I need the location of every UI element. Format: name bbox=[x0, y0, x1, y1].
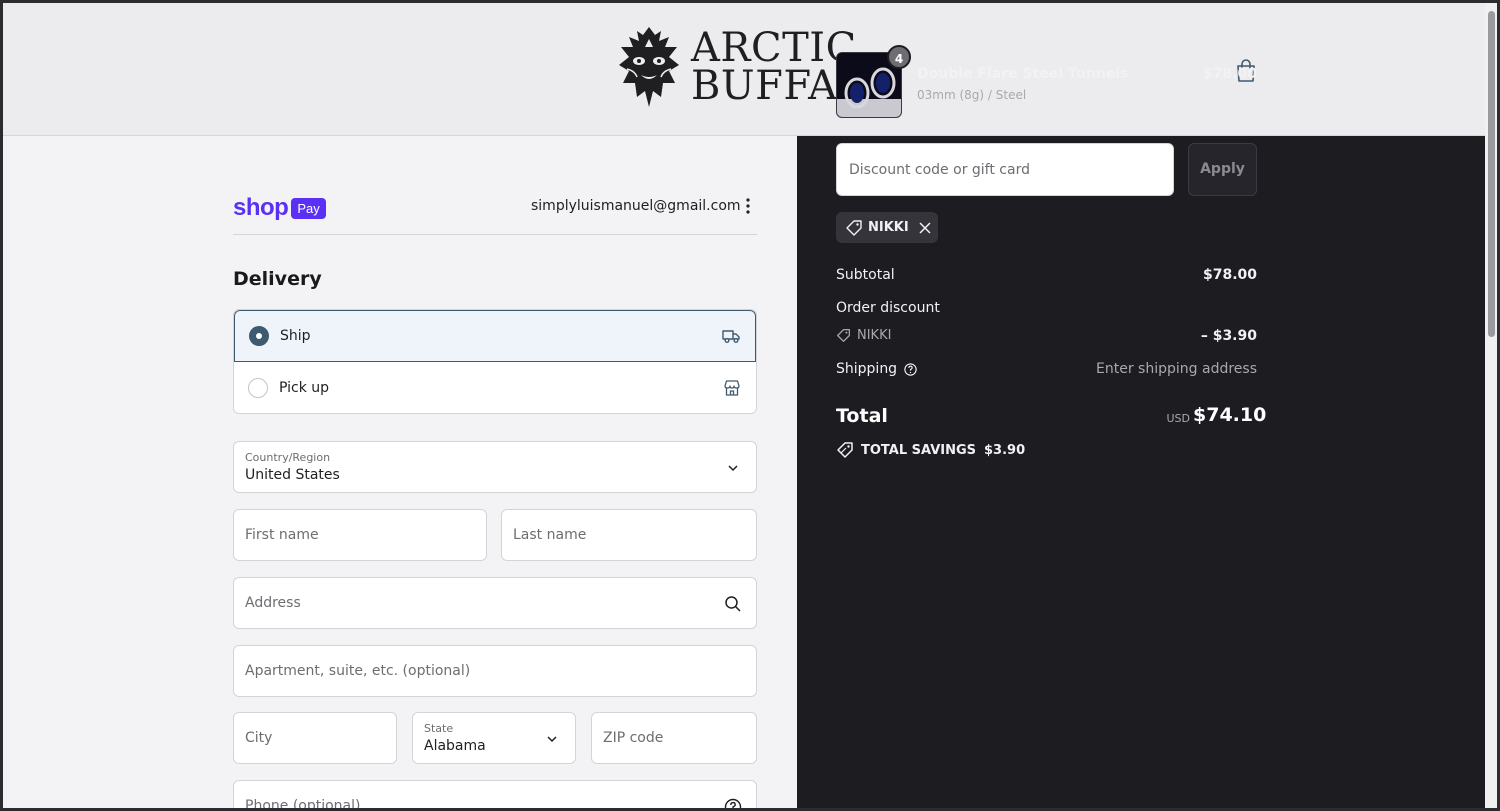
last-name-field[interactable]: Last name bbox=[501, 509, 757, 561]
subtotal-value: $78.00 bbox=[1202, 267, 1257, 283]
total-currency: USD bbox=[1166, 412, 1190, 425]
total-savings-row: TOTAL SAVINGS $3.90 bbox=[836, 441, 1025, 459]
discount-value: – $3.90 bbox=[1200, 328, 1257, 344]
apartment-placeholder: Apartment, suite, etc. (optional) bbox=[245, 663, 471, 679]
subtotal-label: Subtotal bbox=[836, 267, 895, 283]
total-label: Total bbox=[836, 405, 888, 427]
country-label: Country/Region bbox=[245, 451, 331, 464]
store-icon bbox=[724, 380, 740, 396]
discount-code-row: NIKKI bbox=[836, 328, 891, 343]
phone-field[interactable]: Phone (optional) bbox=[233, 780, 757, 811]
address-field[interactable]: Address bbox=[233, 577, 757, 629]
apply-discount-button[interactable]: Apply bbox=[1188, 143, 1257, 196]
shipping-row: Shipping bbox=[836, 361, 918, 377]
quantity-badge: 4 bbox=[887, 45, 911, 69]
tag-icon bbox=[846, 219, 862, 236]
more-options-icon[interactable] bbox=[741, 196, 755, 216]
page-scrollbar[interactable] bbox=[1485, 3, 1497, 808]
discount-code-input[interactable]: Discount code or gift card bbox=[836, 143, 1174, 196]
applied-discount-chip: NIKKI bbox=[836, 212, 938, 243]
zip-field[interactable]: ZIP code bbox=[591, 712, 757, 764]
buffalo-mask-icon bbox=[619, 27, 679, 107]
shop-pay-shop-text: shop bbox=[233, 194, 289, 221]
last-name-placeholder: Last name bbox=[513, 527, 587, 543]
help-circle-icon[interactable] bbox=[903, 362, 918, 377]
shipping-label: Shipping bbox=[836, 361, 898, 377]
applied-discount-code: NIKKI bbox=[868, 220, 909, 235]
city-field[interactable]: City bbox=[233, 712, 397, 764]
checkout-page: ARCTIC BUFFALO shop Pay simplyluismanuel… bbox=[0, 0, 1500, 811]
apartment-field[interactable]: Apartment, suite, etc. (optional) bbox=[233, 645, 757, 697]
savings-tag-icon bbox=[837, 442, 853, 458]
shop-pay-pay-badge: Pay bbox=[291, 197, 326, 219]
pickup-radio[interactable] bbox=[248, 378, 268, 398]
city-placeholder: City bbox=[245, 730, 273, 746]
delivery-option-pickup[interactable]: Pick up bbox=[234, 362, 756, 413]
product-variant: 03mm (8g) / Steel bbox=[917, 88, 1027, 102]
help-circle-icon[interactable] bbox=[723, 797, 743, 811]
discount-code-name: NIKKI bbox=[857, 328, 892, 343]
delivery-heading: Delivery bbox=[233, 268, 322, 290]
country-value: United States bbox=[245, 467, 340, 483]
tag-icon bbox=[837, 329, 850, 342]
total-savings-label: TOTAL SAVINGS bbox=[861, 442, 977, 458]
delivery-method-group: Ship Pick up bbox=[233, 309, 757, 414]
total-savings-value: $3.90 bbox=[984, 442, 1026, 458]
account-email: simplyluismanuel@gmail.com bbox=[531, 198, 741, 214]
account-divider bbox=[233, 234, 757, 235]
product-name: Double Flare Steel Tunnels bbox=[917, 66, 1129, 82]
shipping-value: Enter shipping address bbox=[1096, 361, 1257, 377]
product-price: $78.00 bbox=[1202, 66, 1257, 82]
ship-radio[interactable] bbox=[249, 326, 269, 346]
country-select[interactable]: Country/Region United States bbox=[233, 441, 757, 493]
first-name-field[interactable]: First name bbox=[233, 509, 487, 561]
order-discount-label: Order discount bbox=[836, 300, 940, 316]
state-value: Alabama bbox=[424, 738, 486, 754]
pickup-label: Pick up bbox=[279, 380, 330, 396]
first-name-placeholder: First name bbox=[245, 527, 319, 543]
site-header: ARCTIC BUFFALO bbox=[3, 3, 1488, 136]
chevron-down-icon bbox=[547, 736, 557, 743]
address-placeholder: Address bbox=[245, 595, 301, 611]
shop-pay-logo: shop Pay bbox=[233, 194, 326, 222]
close-icon[interactable] bbox=[918, 221, 932, 235]
zip-placeholder: ZIP code bbox=[603, 730, 664, 746]
state-select[interactable]: State Alabama bbox=[412, 712, 576, 764]
state-label: State bbox=[424, 722, 454, 735]
search-icon[interactable] bbox=[723, 594, 743, 614]
truck-icon bbox=[722, 330, 740, 343]
chevron-down-icon bbox=[728, 465, 738, 472]
delivery-option-ship[interactable]: Ship bbox=[234, 310, 756, 362]
phone-placeholder: Phone (optional) bbox=[245, 798, 361, 811]
discount-placeholder: Discount code or gift card bbox=[849, 162, 1030, 178]
ship-label: Ship bbox=[280, 328, 311, 344]
total-value: $74.10 bbox=[1193, 404, 1267, 426]
checkout-form-panel: shop Pay simplyluismanuel@gmail.com Deli… bbox=[3, 136, 797, 811]
scrollbar-thumb[interactable] bbox=[1488, 11, 1495, 337]
